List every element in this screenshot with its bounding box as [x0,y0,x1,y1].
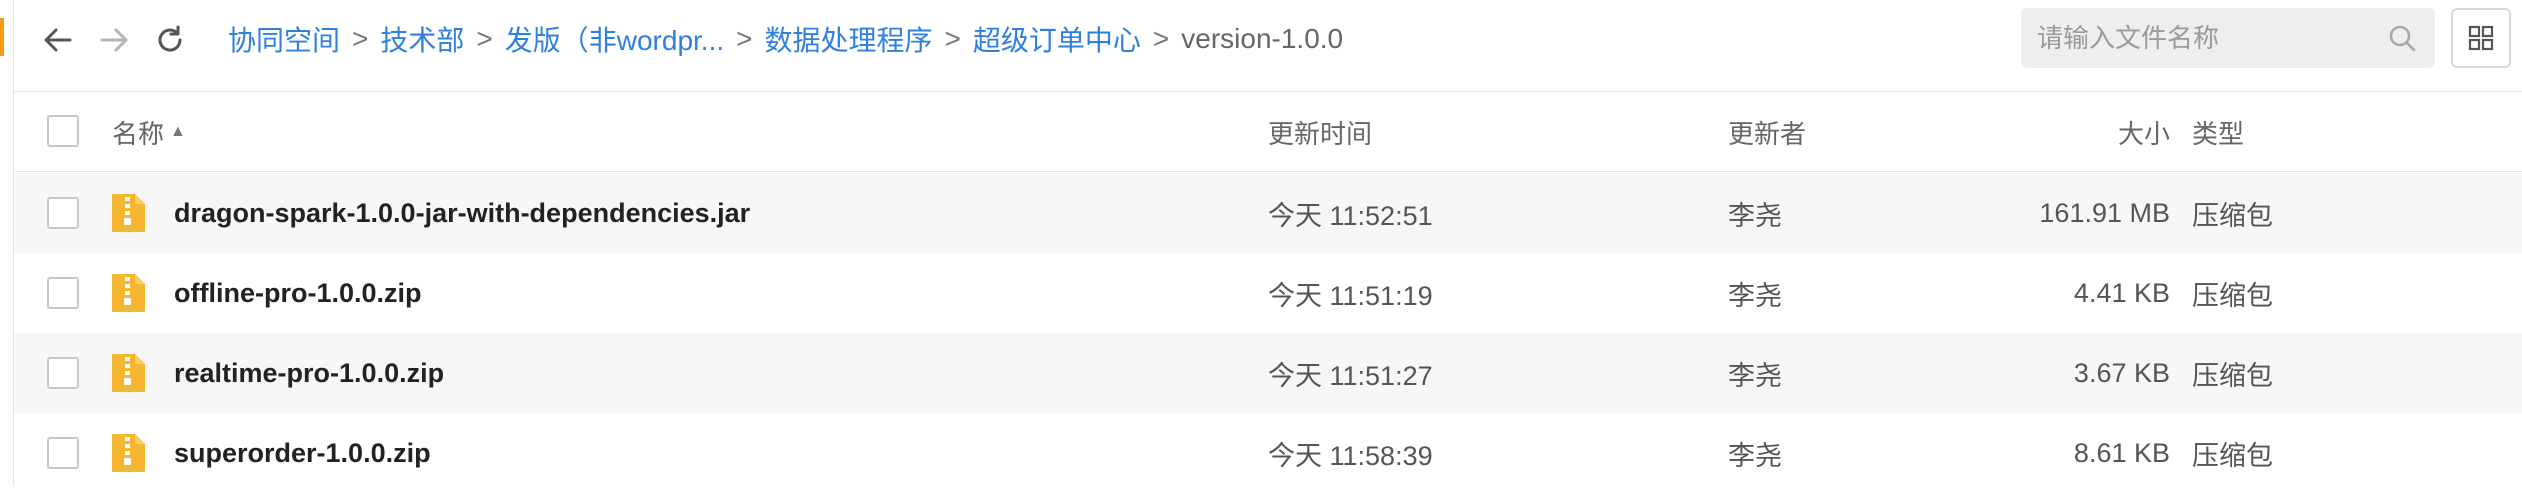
file-updated-time: 今天 11:51:19 [1268,280,1433,311]
sort-asc-icon: ▲ [170,123,186,140]
zip-file-icon [112,354,145,392]
file-size: 8.61 KB [2073,437,2170,468]
file-updater: 李尧 [1728,280,1782,311]
file-type: 压缩包 [2192,200,2273,231]
table-row[interactable]: offline-pro-1.0.0.zip 今天 11:51:19 李尧 4.4… [14,253,2522,333]
breadcrumb-item-collab-space[interactable]: 协同空间 [228,19,340,59]
row-checkbox[interactable] [47,437,79,469]
breadcrumb-separator: > [476,23,493,54]
view-toggle-button[interactable] [2451,8,2511,68]
back-button[interactable] [36,18,80,62]
zip-file-icon [112,274,145,312]
file-size: 4.41 KB [2073,277,2170,308]
table-row[interactable]: realtime-pro-1.0.0.zip 今天 11:51:27 李尧 3.… [14,333,2522,413]
forward-button[interactable] [92,18,136,62]
file-size: 3.67 KB [2073,357,2170,388]
file-name[interactable]: offline-pro-1.0.0.zip [174,253,422,333]
refresh-button[interactable] [148,18,192,62]
row-checkbox[interactable] [47,357,79,389]
breadcrumb-item-super-order[interactable]: 超级订单中心 [973,19,1141,59]
file-updater: 李尧 [1728,360,1782,391]
search-input[interactable] [2037,8,2367,68]
column-header-updater-label: 更新者 [1728,118,1807,149]
file-updater: 李尧 [1728,200,1782,231]
column-header-type-label: 类型 [2192,118,2245,149]
column-header-size[interactable]: 大小 [2104,92,2170,172]
arrow-right-icon [100,28,128,52]
breadcrumb-separator: > [1152,23,1170,54]
table-row[interactable]: dragon-spark-1.0.0-jar-with-dependencies… [14,173,2522,253]
column-header-type[interactable]: 类型 [2192,92,2244,172]
column-header-size-label: 大小 [2117,118,2170,149]
column-header-updater[interactable]: 更新者 [1728,92,1806,172]
breadcrumb-item-release[interactable]: 发版（非wordpr... [505,19,724,59]
breadcrumb-item-tech-dept[interactable]: 技术部 [380,19,464,59]
zip-file-icon [112,434,145,472]
zip-file-icon [112,194,145,232]
grid-view-icon [2468,25,2494,51]
refresh-icon [158,25,182,52]
row-checkbox[interactable] [47,277,79,309]
left-panel-edge [0,0,14,486]
file-type: 压缩包 [2192,280,2273,311]
file-updated-time: 今天 11:52:51 [1268,200,1433,231]
file-name[interactable]: superorder-1.0.0.zip [174,413,431,493]
breadcrumb-current: version-1.0.0 [1181,23,1344,54]
breadcrumb-item-data-programs[interactable]: 数据处理程序 [765,19,933,59]
breadcrumb-separator: > [944,23,961,54]
file-updated-time: 今天 11:58:39 [1268,440,1433,471]
column-header-updated-time-label: 更新时间 [1268,118,1373,149]
breadcrumb: 协同空间 > 技术部 > 发版（非wordpr... > 数据处理程序 > 超级… [228,0,1343,78]
top-toolbar: 协同空间 > 技术部 > 发版（非wordpr... > 数据处理程序 > 超级… [14,0,2522,92]
file-name[interactable]: dragon-spark-1.0.0-jar-with-dependencies… [174,173,750,253]
search-box [2021,8,2435,68]
file-type: 压缩包 [2192,440,2273,471]
column-header-name[interactable]: 名称 ▲ [112,92,186,172]
file-name[interactable]: realtime-pro-1.0.0.zip [174,333,444,413]
column-header-name-label: 名称 [112,118,165,149]
select-all-checkbox[interactable] [47,115,79,147]
file-type: 压缩包 [2192,360,2273,391]
breadcrumb-separator: > [352,23,369,54]
breadcrumb-separator: > [736,23,753,54]
file-updater: 李尧 [1728,440,1782,471]
file-updated-time: 今天 11:51:27 [1268,360,1433,391]
table-row[interactable]: superorder-1.0.0.zip 今天 11:58:39 李尧 8.61… [14,413,2522,493]
arrow-left-icon [44,28,72,52]
file-size: 161.91 MB [2039,197,2170,228]
search-icon[interactable] [2387,23,2417,53]
row-checkbox[interactable] [47,197,79,229]
column-header-updated-time[interactable]: 更新时间 [1268,92,1372,172]
table-header: 名称 ▲ 更新时间 更新者 大小 类型 [14,92,2522,172]
active-indicator [0,18,4,56]
